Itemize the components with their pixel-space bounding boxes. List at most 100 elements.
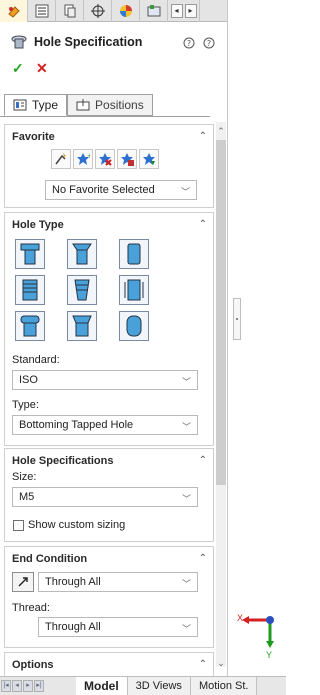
- tab-type-label: Type: [32, 98, 59, 112]
- delete-favorite-icon: [99, 153, 112, 166]
- options-title: Options: [12, 659, 54, 671]
- appearance-icon: [119, 5, 132, 17]
- favorite-section: Favorite ⌃ + No Favorite Selected ﹀: [4, 124, 214, 208]
- legacy-hole-button[interactable]: [119, 275, 149, 305]
- property-manager-tab[interactable]: [0, 0, 28, 22]
- cancel-button[interactable]: ✕: [36, 60, 48, 77]
- detailed-preview-icon[interactable]: ?: [182, 36, 196, 50]
- simple-hole-button[interactable]: [119, 239, 149, 269]
- configuration-icon: [64, 4, 75, 18]
- reverse-direction-button[interactable]: [12, 572, 34, 592]
- help-icon[interactable]: ?: [202, 36, 216, 50]
- save-favorite-icon: [121, 153, 134, 166]
- thread-select-value: Through All: [45, 621, 101, 633]
- custom-sizing-label: Show custom sizing: [28, 519, 126, 531]
- dimxpert-tab[interactable]: [84, 0, 112, 22]
- size-select[interactable]: M5 ﹀: [12, 487, 198, 507]
- end-condition-collapse-icon[interactable]: ⌃: [199, 553, 207, 564]
- type-select-value: Bottoming Tapped Hole: [19, 419, 134, 431]
- thread-select[interactable]: Through All ﹀: [38, 617, 198, 637]
- favorite-select[interactable]: No Favorite Selected ﹀: [45, 180, 197, 200]
- hole-type-title: Hole Type: [12, 219, 64, 231]
- type-position-tabs: Type Positions: [4, 94, 204, 116]
- delete-favorite-button[interactable]: [95, 149, 115, 169]
- counterbore-slot-button[interactable]: [15, 311, 45, 341]
- tab-3d-views[interactable]: 3D Views: [127, 676, 191, 695]
- splitter-grip-icon: [236, 318, 238, 320]
- configuration-tab[interactable]: [56, 0, 84, 22]
- type-select[interactable]: Bottoming Tapped Hole ﹀: [12, 415, 198, 435]
- add-favorite-icon: +: [77, 152, 90, 165]
- prev-tab-icon[interactable]: ◂: [12, 680, 22, 692]
- manager-tab-strip: ◂ ▸: [0, 0, 227, 22]
- chevron-down-icon: ﹀: [180, 187, 190, 197]
- hole-spec-title: Hole Specifications: [12, 455, 114, 467]
- straight-tap-icon: [22, 279, 38, 301]
- load-favorite-icon: [143, 153, 155, 165]
- dimxpert-icon: [90, 4, 105, 18]
- standard-select[interactable]: ISO ﹀: [12, 370, 198, 390]
- countersink-hole-button[interactable]: [67, 239, 97, 269]
- counterbore-icon: [20, 243, 40, 265]
- last-tab-icon[interactable]: ▸|: [34, 680, 44, 692]
- thread-label: Thread:: [12, 602, 50, 614]
- property-manager-icon: [7, 6, 20, 18]
- tab-model[interactable]: Model: [76, 676, 128, 695]
- favorite-toolbar: +: [51, 149, 159, 169]
- positions-tab-icon: [76, 99, 90, 111]
- tab-type[interactable]: Type: [4, 94, 68, 116]
- svg-text:+: +: [87, 152, 90, 160]
- chevron-down-icon: ﹀: [181, 624, 191, 634]
- feature-tree-tab[interactable]: [28, 0, 56, 22]
- y-axis-label: Y: [266, 650, 273, 660]
- ok-button[interactable]: ✓: [12, 60, 24, 77]
- tab-motion-study[interactable]: Motion St.: [190, 676, 258, 695]
- hole-icon: [127, 243, 141, 265]
- axis-triad-icon: [242, 616, 274, 648]
- favorite-title: Favorite: [12, 131, 55, 143]
- end-condition-select-value: Through All: [45, 576, 101, 588]
- scrollbar-thumb[interactable]: [216, 140, 226, 485]
- countersink-icon: [72, 243, 92, 265]
- favorite-select-value: No Favorite Selected: [52, 184, 155, 196]
- options-collapse-icon[interactable]: ⌃: [199, 659, 207, 670]
- countersink-slot-button[interactable]: [67, 311, 97, 341]
- straight-tap-button[interactable]: [15, 275, 45, 305]
- save-favorite-button[interactable]: [117, 149, 137, 169]
- type-label: Type:: [12, 399, 39, 411]
- end-condition-section: End Condition ⌃ Through All ﹀ Thread: Th…: [4, 546, 214, 648]
- display-manager-tab[interactable]: [140, 0, 168, 22]
- add-favorite-button[interactable]: +: [73, 149, 93, 169]
- display-manager-icon: [147, 5, 160, 17]
- panel-splitter-handle[interactable]: [233, 298, 241, 340]
- next-tab-icon[interactable]: ▸: [23, 680, 33, 692]
- custom-sizing-checkbox[interactable]: [13, 520, 24, 531]
- chevron-down-icon: ﹀: [181, 494, 191, 504]
- appearance-tab[interactable]: [112, 0, 140, 22]
- hole-spec-collapse-icon[interactable]: ⌃: [199, 455, 207, 466]
- tab-scroll-left-icon[interactable]: ◂: [170, 4, 183, 18]
- tab-scroll-right-icon[interactable]: ▸: [184, 4, 197, 18]
- apply-defaults-button[interactable]: [51, 149, 71, 169]
- scroll-down-icon[interactable]: ⌄: [216, 658, 226, 669]
- type-tab-icon: [13, 99, 27, 111]
- tab-positions[interactable]: Positions: [67, 94, 153, 116]
- favorite-collapse-icon[interactable]: ⌃: [199, 131, 207, 142]
- hole-type-collapse-icon[interactable]: ⌃: [199, 219, 207, 230]
- counterbore-slot-icon: [20, 315, 40, 337]
- load-favorite-button[interactable]: [139, 149, 159, 169]
- slot-button[interactable]: [119, 311, 149, 341]
- svg-text:?: ?: [207, 39, 211, 48]
- options-section: Options ⌃: [4, 652, 214, 676]
- reference-triad: X Y: [234, 600, 284, 662]
- scroll-up-icon[interactable]: ⌃: [216, 126, 226, 137]
- tapered-tap-button[interactable]: [67, 275, 97, 305]
- counterbore-hole-button[interactable]: [15, 239, 45, 269]
- page-title: Hole Specification: [34, 35, 143, 49]
- end-condition-select[interactable]: Through All ﹀: [38, 572, 198, 592]
- hole-type-section: Hole Type ⌃ Standard: ISO ﹀ Type: Bottom…: [4, 212, 214, 446]
- first-tab-icon[interactable]: |◂: [1, 680, 11, 692]
- tab-divider: [0, 116, 210, 117]
- standard-select-value: ISO: [19, 374, 38, 386]
- panel-header: Hole Specification ? ?: [0, 30, 227, 54]
